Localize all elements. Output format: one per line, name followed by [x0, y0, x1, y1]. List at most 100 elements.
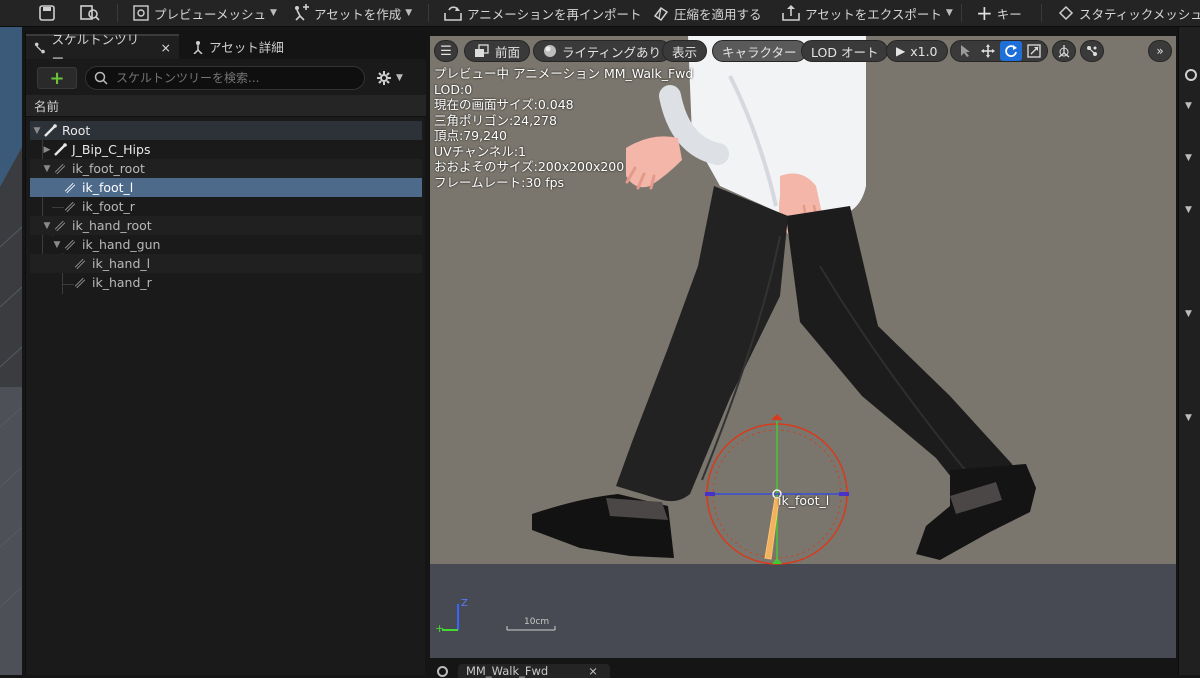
tree-row-ik-foot-l[interactable]: ik_foot_l [30, 178, 422, 197]
tree-row-ik-hand-l[interactable]: ik_hand_l [30, 254, 422, 273]
asset-details-icon [193, 40, 203, 54]
viewport-menu-button[interactable]: ☰ [434, 40, 458, 62]
preview-viewport[interactable]: ☰ 前面 ライティングあり 表示 キャラクター LOD オート ▶ x1.0 »… [430, 36, 1176, 658]
preview-mesh-label: プレビューメッシュ [154, 6, 267, 22]
chevron-down-icon: ▼ [270, 8, 277, 18]
tree-row-ik-foot-root[interactable]: ▼ ik_foot_root [30, 159, 422, 178]
bone-icon [52, 142, 68, 157]
virtual-bone-icon [62, 181, 78, 195]
stats-line: 現在の画面サイズ:0.048 [434, 97, 574, 112]
export-asset-button[interactable]: アセットをエクスポート ▼ [781, 0, 953, 26]
preview-mesh-button[interactable]: プレビューメッシュ ▼ [132, 0, 277, 26]
tree-row-label: J_Bip_C_Hips [72, 142, 151, 157]
chevron-double-right-icon: » [1156, 44, 1164, 58]
translate-mode-button[interactable] [977, 41, 999, 61]
character-button[interactable]: キャラクター [712, 40, 807, 62]
browse-button[interactable] [80, 0, 100, 26]
panel-tabs: スケルトンツリー × アセット詳細 [26, 31, 426, 66]
apply-compression-label: 圧縮を適用する [674, 6, 762, 22]
tree-row-label: ik_foot_l [82, 180, 134, 195]
playback-speed-button[interactable]: ▶ x1.0 [886, 40, 948, 62]
save-button[interactable] [38, 0, 56, 26]
world-local-button[interactable] [1052, 40, 1076, 62]
compression-icon [653, 6, 669, 22]
select-mode-button[interactable] [954, 41, 976, 61]
browse-icon [80, 5, 100, 21]
add-button[interactable]: + [37, 67, 77, 89]
virtual-bone-icon [62, 238, 78, 252]
axis-z-label: Z [461, 598, 468, 609]
tree-row-ik-hand-root[interactable]: ▼ ik_hand_root [30, 216, 422, 235]
expand-triangle-icon[interactable]: ▼ [32, 126, 42, 136]
chevron-down-icon[interactable]: ▼ [1185, 413, 1192, 423]
lighting-mode-button[interactable]: ライティングあり [533, 40, 672, 62]
play-speed-label: x1.0 [910, 43, 938, 59]
more-options-button[interactable]: » [1148, 40, 1172, 62]
lighting-label: ライティングあり [562, 44, 662, 60]
close-tab-icon[interactable]: × [588, 664, 598, 678]
key-button[interactable]: + キー [976, 0, 1022, 26]
reimport-animation-button[interactable]: アニメーションを再インポート [443, 0, 642, 26]
expand-triangle-icon[interactable]: ▼ [42, 164, 52, 174]
stats-line: 頂点:79,240 [434, 128, 507, 143]
settings-button[interactable]: ▼ [376, 70, 403, 86]
expand-triangle-icon[interactable]: ▼ [42, 221, 52, 231]
snap-button[interactable] [1080, 40, 1104, 62]
skeleton-tree-panel: スケルトンツリー × アセット詳細 + ▼ 名前 ▼ [25, 31, 426, 675]
chevron-down-icon[interactable]: ▼ [1185, 205, 1192, 215]
search-input[interactable] [114, 70, 354, 86]
viewport-toolbar: ☰ 前面 ライティングあり 表示 キャラクター LOD オート ▶ x1.0 » [430, 38, 1176, 62]
skeleton-tree-icon [34, 42, 45, 53]
chevron-down-icon: ▼ [405, 8, 413, 18]
static-mesh-button[interactable]: スタティックメッシュ [1057, 0, 1200, 26]
chevron-down-icon[interactable]: ▼ [1185, 101, 1192, 111]
main-toolbar: プレビューメッシュ ▼ アセットを作成 ▼ アニメーションを再インポート 圧縮を… [0, 0, 1200, 27]
gear-icon [377, 71, 391, 85]
tab-asset-details[interactable]: アセット詳細 [184, 34, 292, 59]
show-button[interactable]: 表示 [662, 40, 708, 62]
tree-row-root[interactable]: ▼ Root [30, 121, 422, 140]
search-box [85, 66, 365, 90]
show-label: 表示 [672, 44, 698, 60]
perspective-button[interactable]: 前面 [464, 40, 531, 62]
scale-bar-label: 10cm [524, 617, 550, 627]
reimport-label: アニメーションを再インポート [467, 6, 642, 22]
tree-row-ik-hand-r[interactable]: ik_hand_r [30, 273, 422, 292]
stats-line: 三角ポリゴン:24,278 [434, 112, 557, 128]
tab-skeleton-tree[interactable]: スケルトンツリー × [26, 32, 179, 66]
tree-row-j-bip-c-hips[interactable]: ▶ J_Bip_C_Hips [30, 140, 422, 159]
lod-button[interactable]: LOD オート [801, 40, 889, 62]
lighting-sphere-icon [544, 45, 556, 57]
save-icon [39, 5, 55, 21]
export-asset-label: アセットをエクスポート [805, 6, 942, 22]
virtual-bone-icon [72, 276, 88, 290]
expand-triangle-icon[interactable]: ▼ [52, 240, 62, 250]
hamburger-menu-icon: ☰ [440, 43, 452, 59]
scale-icon [1027, 44, 1041, 58]
rotate-mode-button[interactable] [1000, 41, 1022, 61]
search-icon[interactable] [1185, 69, 1197, 81]
axis-y-marker-icon: + [435, 622, 445, 635]
name-column-header[interactable]: 名前 [26, 95, 426, 117]
bone-icon [42, 123, 58, 138]
chevron-down-icon[interactable]: ▼ [1185, 309, 1192, 319]
column-name-label: 名前 [34, 99, 60, 114]
apply-compression-button[interactable]: 圧縮を適用する [652, 0, 762, 26]
viewport-stats: プレビュー中 アニメーション MM_Walk_Fwd LOD:0 現在の画面サイ… [434, 66, 693, 190]
expand-triangle-icon[interactable]: ▶ [42, 145, 52, 155]
tab-mm-walk-fwd[interactable]: MM_Walk_Fwd × [458, 664, 610, 678]
stats-line: LOD:0 [434, 81, 473, 97]
create-asset-icon [295, 4, 309, 21]
selected-bone-label: ik_foot_l [778, 493, 830, 508]
perspective-label: 前面 [495, 44, 521, 60]
close-tab-icon[interactable]: × [161, 40, 171, 55]
move-arrows-icon [981, 44, 995, 58]
chevron-down-icon[interactable]: ▼ [1185, 153, 1192, 163]
cursor-arrow-icon [961, 45, 970, 57]
tree-row-ik-foot-r[interactable]: ik_foot_r [30, 197, 422, 216]
create-asset-button[interactable]: アセットを作成 ▼ [292, 0, 412, 26]
stats-line: おおよそのサイズ:200x200x200 [434, 159, 625, 174]
static-mesh-label: スタティックメッシュ [1079, 6, 1200, 22]
scale-mode-button[interactable] [1023, 41, 1045, 61]
tree-row-ik-hand-gun[interactable]: ▼ ik_hand_gun [30, 235, 422, 254]
